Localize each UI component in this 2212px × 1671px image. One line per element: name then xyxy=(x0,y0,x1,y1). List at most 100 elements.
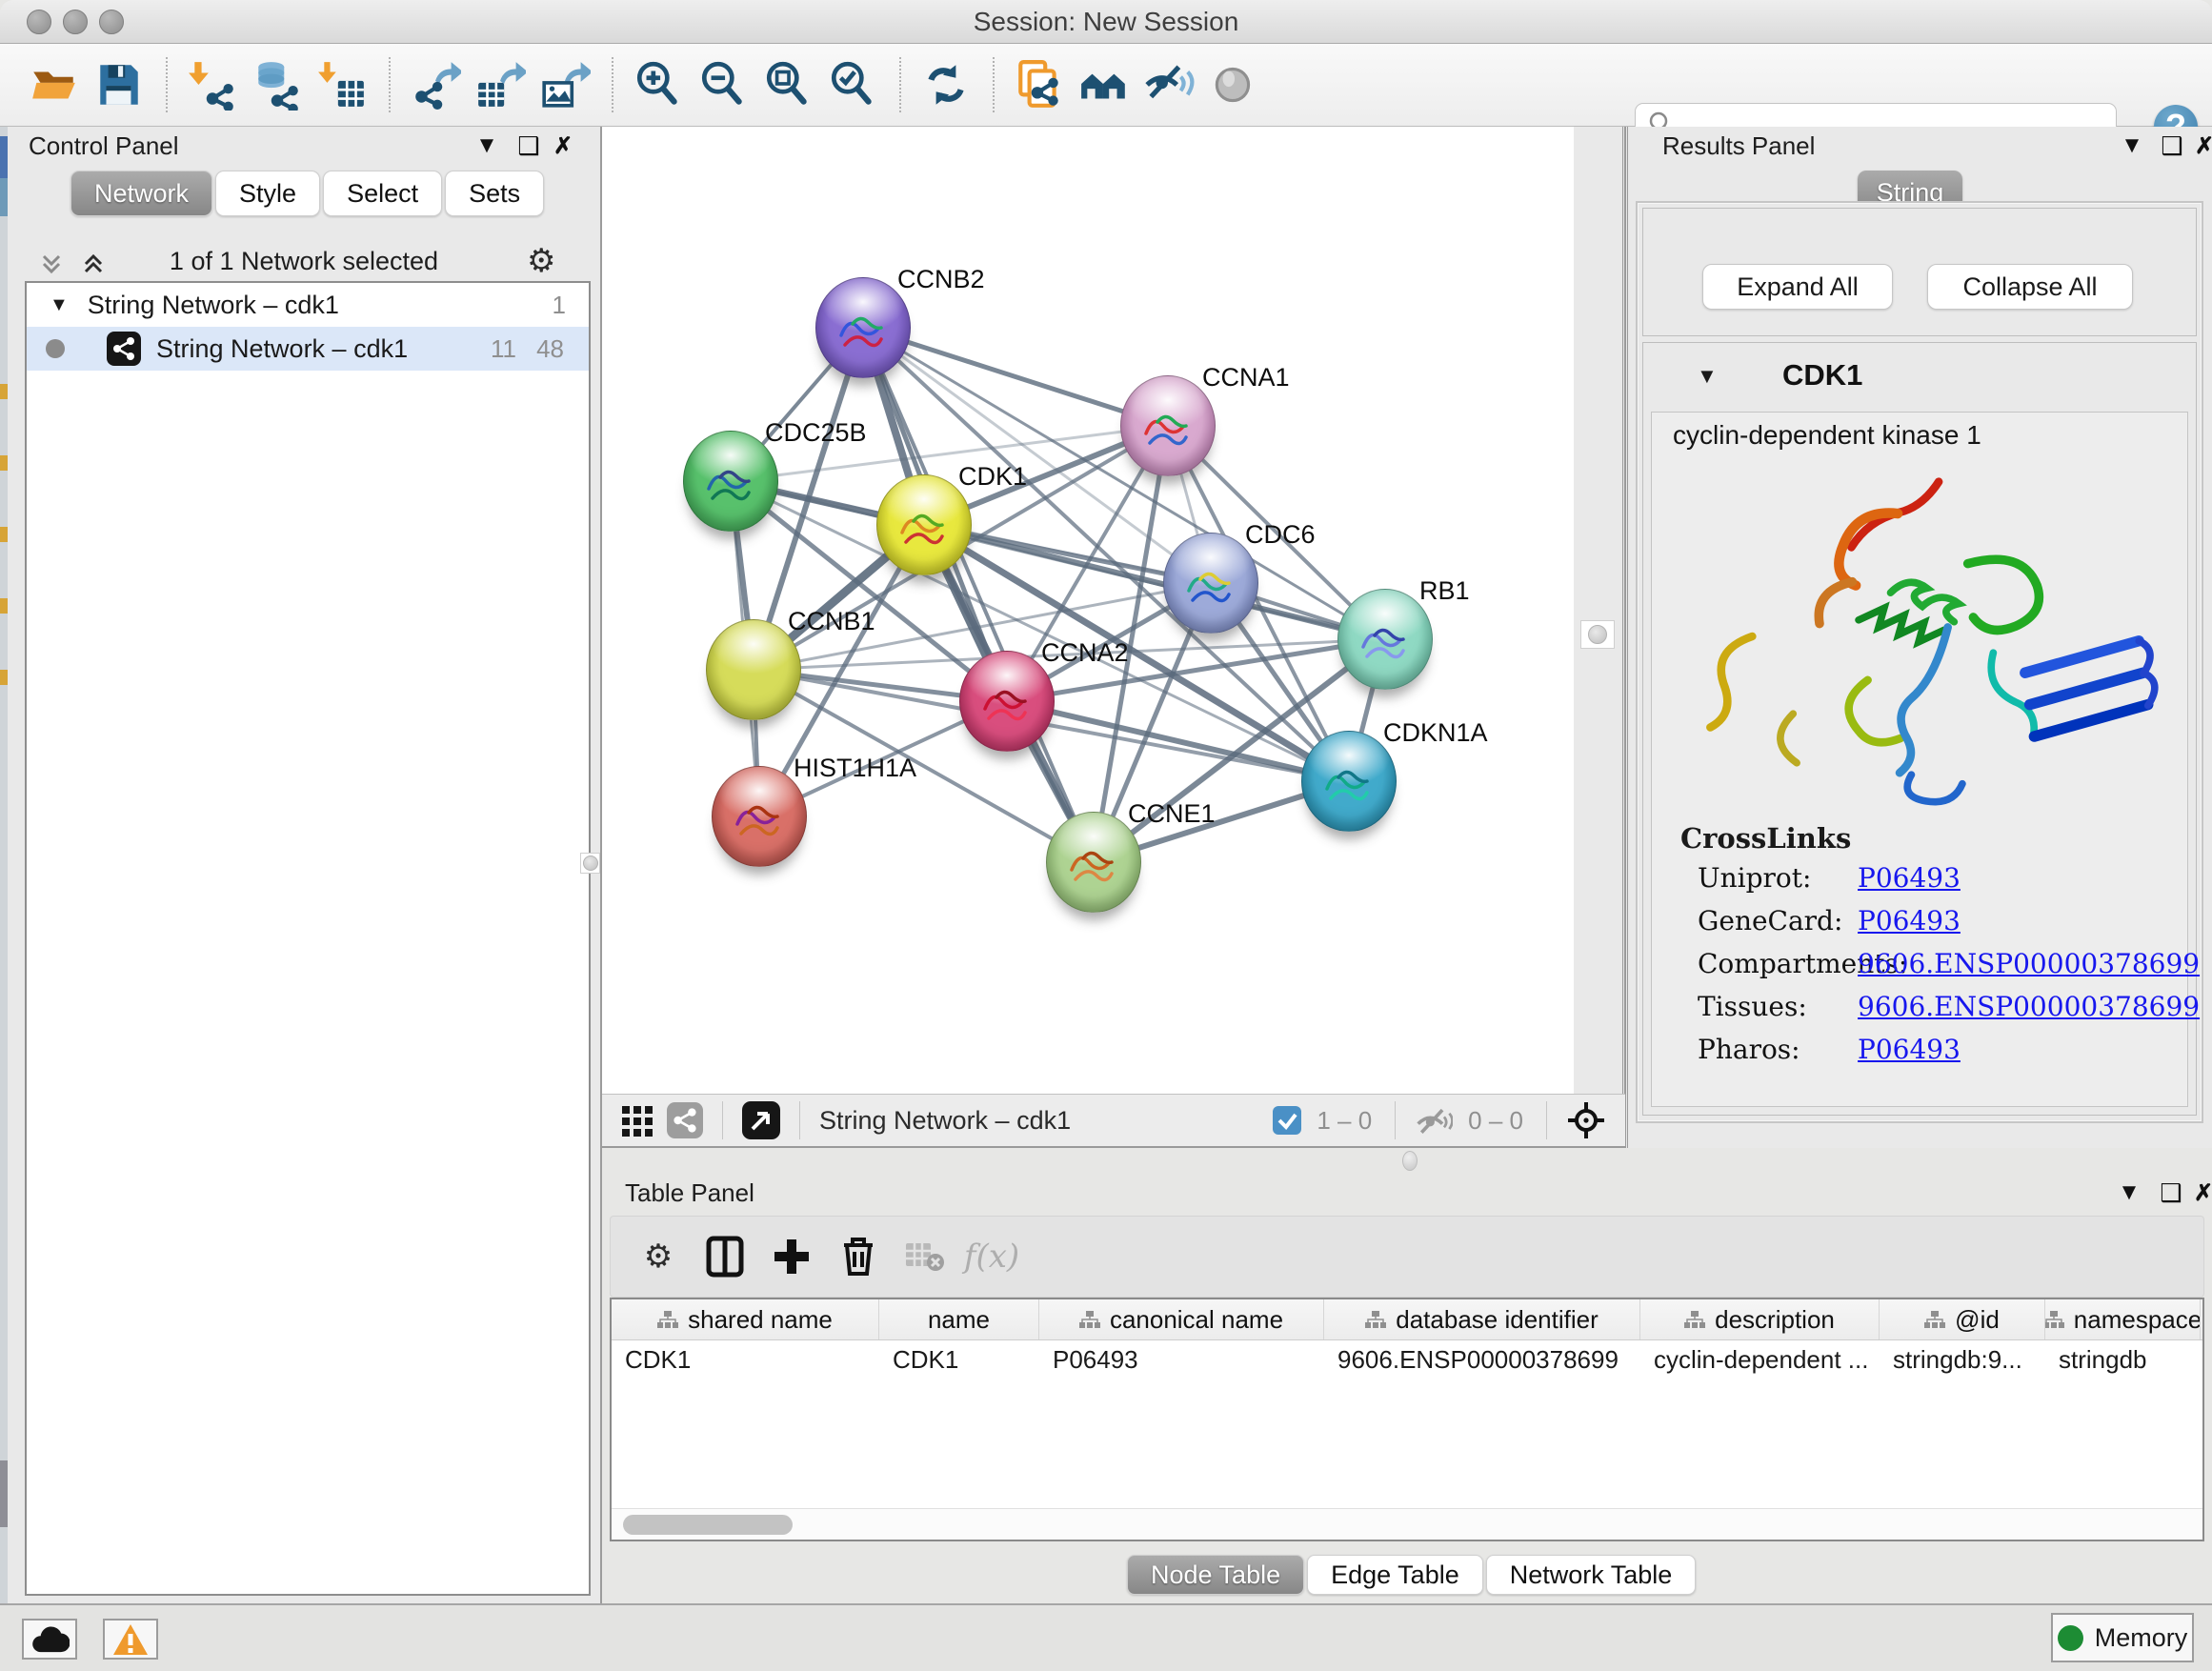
create-column-icon[interactable] xyxy=(765,1230,818,1283)
zoom-fit-icon[interactable] xyxy=(760,57,815,112)
toolbar-icons xyxy=(27,57,1271,112)
open-session-icon[interactable] xyxy=(27,57,82,112)
column-label: shared name xyxy=(688,1305,833,1335)
horizontal-splitter[interactable] xyxy=(602,1148,2212,1174)
table-cell: CDK1 xyxy=(612,1340,879,1379)
float-panel-icon[interactable]: ❑ xyxy=(2156,132,2188,159)
close-panel-icon[interactable]: ✗ xyxy=(2188,132,2212,159)
tab-network[interactable]: Network xyxy=(70,171,212,216)
collapse-panel-icon[interactable]: ▼ xyxy=(471,132,503,159)
node-structure-image xyxy=(834,301,895,358)
gene-section-header[interactable]: ▼ CDK1 xyxy=(1643,343,2196,412)
network-node-cdkn1a[interactable] xyxy=(1301,731,1397,832)
float-panel-icon[interactable]: ❑ xyxy=(513,132,545,159)
selected-checkbox-icon[interactable] xyxy=(1273,1106,1301,1135)
network-collection-row[interactable]: ▼ String Network – cdk1 1 xyxy=(27,283,589,327)
scrollbar-thumb[interactable] xyxy=(623,1515,793,1535)
function-builder-icon[interactable]: f(x) xyxy=(965,1230,1018,1283)
import-table-file-icon[interactable] xyxy=(314,57,370,112)
tab-select[interactable]: Select xyxy=(323,171,442,216)
results-panel-title: Results Panel xyxy=(1662,131,1815,161)
hidden-eye-icon[interactable] xyxy=(1415,1104,1453,1137)
refresh-view-icon[interactable] xyxy=(918,57,974,112)
tab-sets[interactable]: Sets xyxy=(445,171,544,216)
tab-style[interactable]: Style xyxy=(215,171,320,216)
collapse-panel-icon[interactable]: ▼ xyxy=(2116,132,2148,159)
column-header-database-identifier[interactable]: database identifier xyxy=(1324,1299,1640,1339)
export-network-icon[interactable] xyxy=(408,57,463,112)
collapse-panel-icon[interactable]: ▼ xyxy=(2113,1179,2145,1206)
network-from-clipboard-icon[interactable] xyxy=(1012,57,1067,112)
eye-disabled-icon[interactable] xyxy=(1206,57,1261,112)
birds-eye-grid-icon[interactable] xyxy=(621,1103,655,1137)
network-node-ccnb1[interactable] xyxy=(706,619,801,720)
import-network-database-icon[interactable] xyxy=(250,57,305,112)
network-node-hist1h1a[interactable] xyxy=(712,766,807,867)
column-header-namespace[interactable]: namespace xyxy=(2045,1299,2201,1339)
fit-selected-crosshair-icon[interactable] xyxy=(1566,1100,1606,1140)
network-node-rb1[interactable] xyxy=(1337,589,1433,690)
close-panel-icon[interactable]: ✗ xyxy=(2187,1179,2212,1206)
close-panel-icon[interactable]: ✗ xyxy=(547,132,579,159)
network-node-cdc6[interactable] xyxy=(1163,533,1258,634)
float-panel-icon[interactable]: ❑ xyxy=(2155,1179,2187,1206)
tree-expand-icon[interactable]: ▼ xyxy=(50,294,69,316)
network-node-cdk1[interactable] xyxy=(876,474,972,575)
node-structure-image xyxy=(895,498,955,555)
tab-network-table[interactable]: Network Table xyxy=(1486,1555,1697,1595)
tab-node-table[interactable]: Node Table xyxy=(1127,1555,1304,1595)
column-header-shared-name[interactable]: shared name xyxy=(612,1299,879,1339)
table-row[interactable]: CDK1CDK1P064939606.ENSP00000378699cyclin… xyxy=(612,1340,2202,1379)
delete-column-icon[interactable] xyxy=(832,1230,885,1283)
save-session-icon[interactable] xyxy=(91,57,147,112)
crosslink-link[interactable]: 9606.ENSP00000378699 xyxy=(1858,948,2200,979)
detach-view-icon[interactable] xyxy=(742,1101,780,1139)
expand-all-button[interactable]: Expand All xyxy=(1702,264,1893,310)
delete-table-icon[interactable] xyxy=(898,1230,952,1283)
export-table-icon[interactable] xyxy=(473,57,528,112)
warning-status-button[interactable] xyxy=(103,1619,158,1660)
node-structure-image xyxy=(1181,556,1242,614)
section-collapse-icon[interactable]: ▼ xyxy=(1697,364,1718,389)
zoom-in-icon[interactable] xyxy=(631,57,686,112)
cloud-status-button[interactable] xyxy=(22,1619,77,1660)
network-node-ccna2[interactable] xyxy=(959,651,1055,752)
column-header-canonical-name[interactable]: canonical name xyxy=(1039,1299,1324,1339)
shared-column-icon xyxy=(657,1305,678,1335)
network-canvas[interactable]: CCNB2CCNA1CDC25BCDK1CDC6RB1CCNB1CCNA2CDK… xyxy=(602,127,1574,1094)
background-window-sliver xyxy=(0,127,8,1603)
export-image-icon[interactable] xyxy=(537,57,593,112)
collapse-all-button[interactable]: Collapse All xyxy=(1927,264,2133,310)
splitter-handle[interactable] xyxy=(580,853,600,874)
network-row[interactable]: String Network – cdk1 11 48 xyxy=(27,327,589,371)
network-share-badge-icon[interactable] xyxy=(667,1102,703,1138)
table-options-gear-icon[interactable]: ⚙ xyxy=(632,1230,685,1283)
crosslink-link[interactable]: P06493 xyxy=(1858,905,1961,936)
toolbar-divider xyxy=(389,57,391,112)
window-title: Session: New Session xyxy=(0,7,2212,37)
network-node-ccne1[interactable] xyxy=(1046,812,1141,913)
network-list: ▼ String Network – cdk1 1 String Network… xyxy=(25,281,591,1596)
table-horizontal-scrollbar[interactable] xyxy=(612,1508,2202,1540)
column-header-name[interactable]: name xyxy=(879,1299,1039,1339)
zoom-out-icon[interactable] xyxy=(695,57,751,112)
node-table: shared name namecanonical namedatabase id… xyxy=(610,1298,2204,1541)
first-neighbors-icon[interactable] xyxy=(1076,57,1132,112)
zoom-selected-icon[interactable] xyxy=(825,57,880,112)
column-header-at-id[interactable]: @id xyxy=(1880,1299,2045,1339)
splitter-handle[interactable] xyxy=(1580,620,1615,649)
crosslink-link[interactable]: P06493 xyxy=(1858,862,1961,894)
hide-unhide-icon[interactable] xyxy=(1141,57,1196,112)
network-node-ccnb2[interactable] xyxy=(815,277,911,378)
import-network-file-icon[interactable] xyxy=(185,57,240,112)
network-options-gear-icon[interactable]: ⚙ xyxy=(527,245,555,277)
crosslink-link[interactable]: 9606.ENSP00000378699 xyxy=(1858,991,2200,1022)
tab-edge-table[interactable]: Edge Table xyxy=(1307,1555,1483,1595)
network-node-cdc25b[interactable] xyxy=(683,431,778,532)
network-node-ccna1[interactable] xyxy=(1120,375,1216,476)
control-panel: Control Panel ▼ ❑ ✗ NetworkStyleSelectSe… xyxy=(8,127,602,1603)
show-columns-icon[interactable] xyxy=(698,1230,752,1283)
column-header-description[interactable]: description xyxy=(1640,1299,1880,1339)
memory-button[interactable]: Memory xyxy=(2051,1613,2194,1662)
crosslink-link[interactable]: P06493 xyxy=(1858,1034,1961,1065)
